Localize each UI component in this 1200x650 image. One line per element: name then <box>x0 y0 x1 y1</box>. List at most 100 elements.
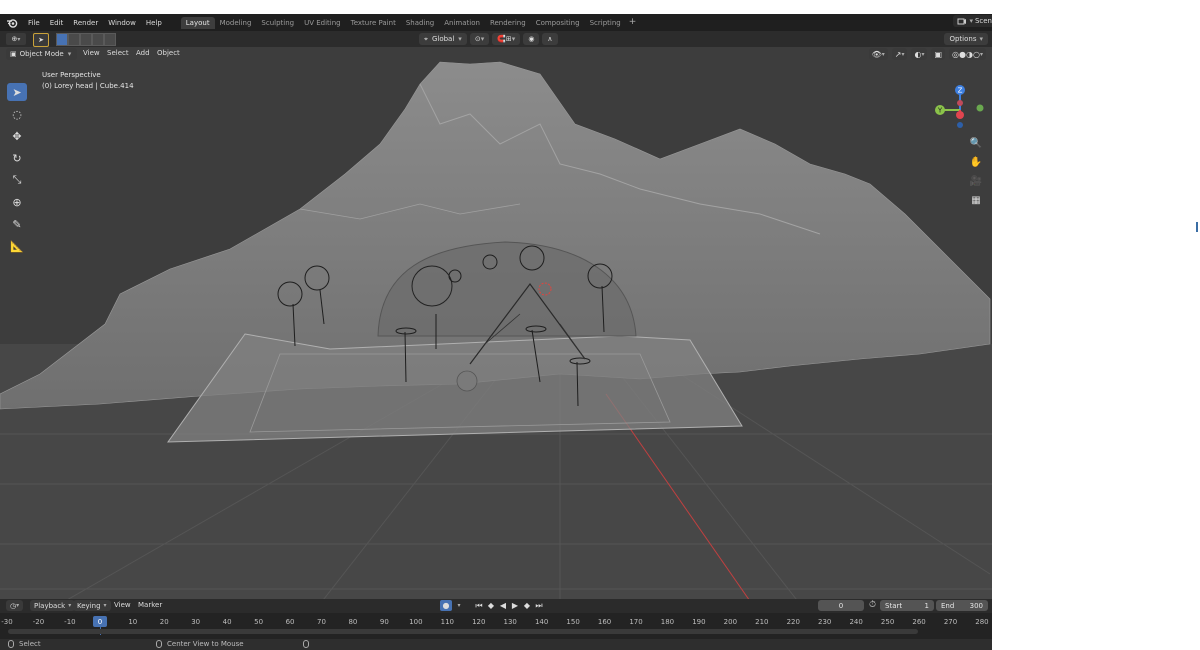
stopwatch-icon[interactable]: ⏱ <box>869 600 876 610</box>
viewport-display-controls: 👁 ▾ ↗ ▾ ◐ ▾ ▣ ◎ ● ◑ ○ ▾ <box>868 48 986 60</box>
viewport-scene <box>0 61 992 599</box>
scale-tool[interactable]: ⤡ <box>7 171 27 189</box>
pivot-point-dropdown[interactable]: ⊙ ▾ <box>469 33 490 45</box>
select-mode-invert[interactable] <box>92 33 104 46</box>
keying-dropdown[interactable]: Keying ▾ <box>73 600 111 611</box>
add-workspace-button[interactable]: + <box>629 17 637 29</box>
menu-object[interactable]: Object <box>157 49 180 57</box>
orientation-dropdown[interactable]: ⌖ Global ▾ <box>419 33 467 45</box>
neg-x-axis-button[interactable] <box>957 100 963 106</box>
start-frame-field[interactable]: Start 1 <box>880 600 934 611</box>
select-hint: Select <box>19 640 41 648</box>
ruler-tick-label: 110 <box>440 618 454 626</box>
ruler-tick-label: 90 <box>379 618 389 626</box>
select-tool-button[interactable]: ➤ <box>33 33 49 47</box>
menu-render[interactable]: Render <box>68 19 103 27</box>
tab-sculpting[interactable]: Sculpting <box>256 17 299 29</box>
tool-header: ⊕ ▾ ➤ ⌖ Global ▾ ⊙ ▾ 🧲 ⊞ ▾ ◉ ∧ Options ▾ <box>0 31 992 47</box>
navigation-gizmo[interactable]: Z Y <box>926 79 990 143</box>
tab-uv-editing[interactable]: UV Editing <box>299 17 346 29</box>
select-mode-new[interactable] <box>56 33 68 46</box>
scene-selector[interactable]: ▾ Scen <box>953 15 992 27</box>
playback-dropdown[interactable]: Playback ▾ <box>30 600 76 611</box>
falloff-button[interactable]: ∧ <box>542 33 558 45</box>
select-mode-intersect[interactable] <box>104 33 116 46</box>
camera-icon[interactable]: 🎥 <box>968 173 984 189</box>
editor-type-button[interactable]: ◷ ▾ <box>6 600 24 611</box>
overlays-toggle[interactable]: ◐ ▾ <box>911 48 928 60</box>
chevron-down-icon: ▾ <box>17 35 21 43</box>
proportional-edit-button[interactable]: ◉ <box>523 33 540 45</box>
chevron-down-icon: ▾ <box>458 35 462 43</box>
zoom-icon[interactable]: 🔍 <box>968 135 984 151</box>
move-tool[interactable]: ✥ <box>7 127 27 145</box>
play-button[interactable]: ▶ <box>510 600 520 611</box>
move-arrows-icon: ✥ <box>12 129 22 143</box>
grid-perspective-icon[interactable]: ▦ <box>968 192 984 208</box>
next-keyframe-button[interactable]: ◆ <box>522 600 532 611</box>
tab-animation[interactable]: Animation <box>439 17 485 29</box>
measure-tool[interactable]: 📐 <box>7 237 27 255</box>
ruler-tick-label: 210 <box>755 618 769 626</box>
tab-modeling[interactable]: Modeling <box>215 17 257 29</box>
3d-viewport[interactable] <box>0 47 992 599</box>
ruler-tick-label: 130 <box>503 618 517 626</box>
object-mode-dropdown[interactable]: ▣ Object Mode ▾ <box>6 48 78 60</box>
transform-icon: ⊕ <box>12 195 22 209</box>
playhead[interactable]: 0 <box>93 616 107 627</box>
menu-select[interactable]: Select <box>107 49 129 57</box>
select-mode-subtract[interactable] <box>80 33 92 46</box>
timeline-scrollbar[interactable] <box>8 629 918 634</box>
pan-hand-icon[interactable]: ✋ <box>968 154 984 170</box>
menu-window[interactable]: Window <box>103 19 141 27</box>
menu-edit[interactable]: Edit <box>45 19 69 27</box>
tab-rendering[interactable]: Rendering <box>485 17 531 29</box>
select-mode-extend[interactable] <box>68 33 80 46</box>
ruler-tick-label: 160 <box>597 618 612 626</box>
tab-scripting[interactable]: Scripting <box>585 17 626 29</box>
menu-view[interactable]: View <box>83 49 100 57</box>
keying-label: Keying <box>77 601 101 610</box>
rotate-tool[interactable]: ↻ <box>7 149 27 167</box>
platform-mesh <box>167 333 743 443</box>
frame-ruler[interactable]: 0 -30 -20 -10 10 20 30 40 50 60 70 80 90 100 110 120 13… <box>0 615 992 629</box>
menu-file[interactable]: File <box>23 19 45 27</box>
tab-shading[interactable]: Shading <box>401 17 439 29</box>
xray-toggle[interactable]: ▣ <box>931 48 946 60</box>
perspective-label: User Perspective <box>42 71 101 79</box>
ruler-tick-label: 150 <box>566 618 580 626</box>
menu-view[interactable]: View <box>114 601 131 609</box>
menu-marker[interactable]: Marker <box>138 601 162 609</box>
jump-start-button[interactable]: ⏮ <box>474 600 484 611</box>
select-box-tool[interactable]: ➤ <box>7 83 27 101</box>
play-reverse-button[interactable]: ◀ <box>498 600 508 611</box>
jump-end-button[interactable]: ⏭ <box>534 600 544 611</box>
end-frame-field[interactable]: End 300 <box>936 600 988 611</box>
menu-add[interactable]: Add <box>136 49 150 57</box>
options-dropdown[interactable]: Options ▾ <box>944 33 988 45</box>
tab-texture-paint[interactable]: Texture Paint <box>346 17 401 29</box>
x-axis-button[interactable] <box>956 111 964 119</box>
tab-layout[interactable]: Layout <box>180 16 215 29</box>
neg-y-axis-button[interactable] <box>976 104 984 112</box>
editor-type-button[interactable]: ⊕ ▾ <box>6 33 26 45</box>
rendered-shading-icon: ○ <box>973 49 980 59</box>
blender-logo-icon[interactable] <box>5 16 19 30</box>
neg-z-axis-button[interactable] <box>957 122 963 128</box>
transform-tool[interactable]: ⊕ <box>7 193 27 211</box>
current-frame-field[interactable]: 0 <box>818 600 864 611</box>
cursor-tool[interactable]: ◌ <box>7 105 27 123</box>
record-options[interactable]: ▾ <box>454 600 464 611</box>
ruler-tick-label: 270 <box>943 618 958 626</box>
menu-help[interactable]: Help <box>141 19 167 27</box>
gizmo-toggle[interactable]: ↗ ▾ <box>891 48 908 60</box>
scale-icon: ⤡ <box>12 173 22 186</box>
annotate-tool[interactable]: ✎ <box>7 215 27 233</box>
shading-modes[interactable]: ◎ ● ◑ ○ ▾ <box>949 48 986 60</box>
ruler-tick-label: 140 <box>534 618 549 626</box>
tab-compositing[interactable]: Compositing <box>531 17 585 29</box>
record-button[interactable]: ● <box>440 600 452 611</box>
visibility-dropdown[interactable]: 👁 ▾ <box>868 48 888 60</box>
prev-keyframe-button[interactable]: ◆ <box>486 600 496 611</box>
snap-dropdown[interactable]: 🧲 ⊞ ▾ <box>492 33 521 45</box>
